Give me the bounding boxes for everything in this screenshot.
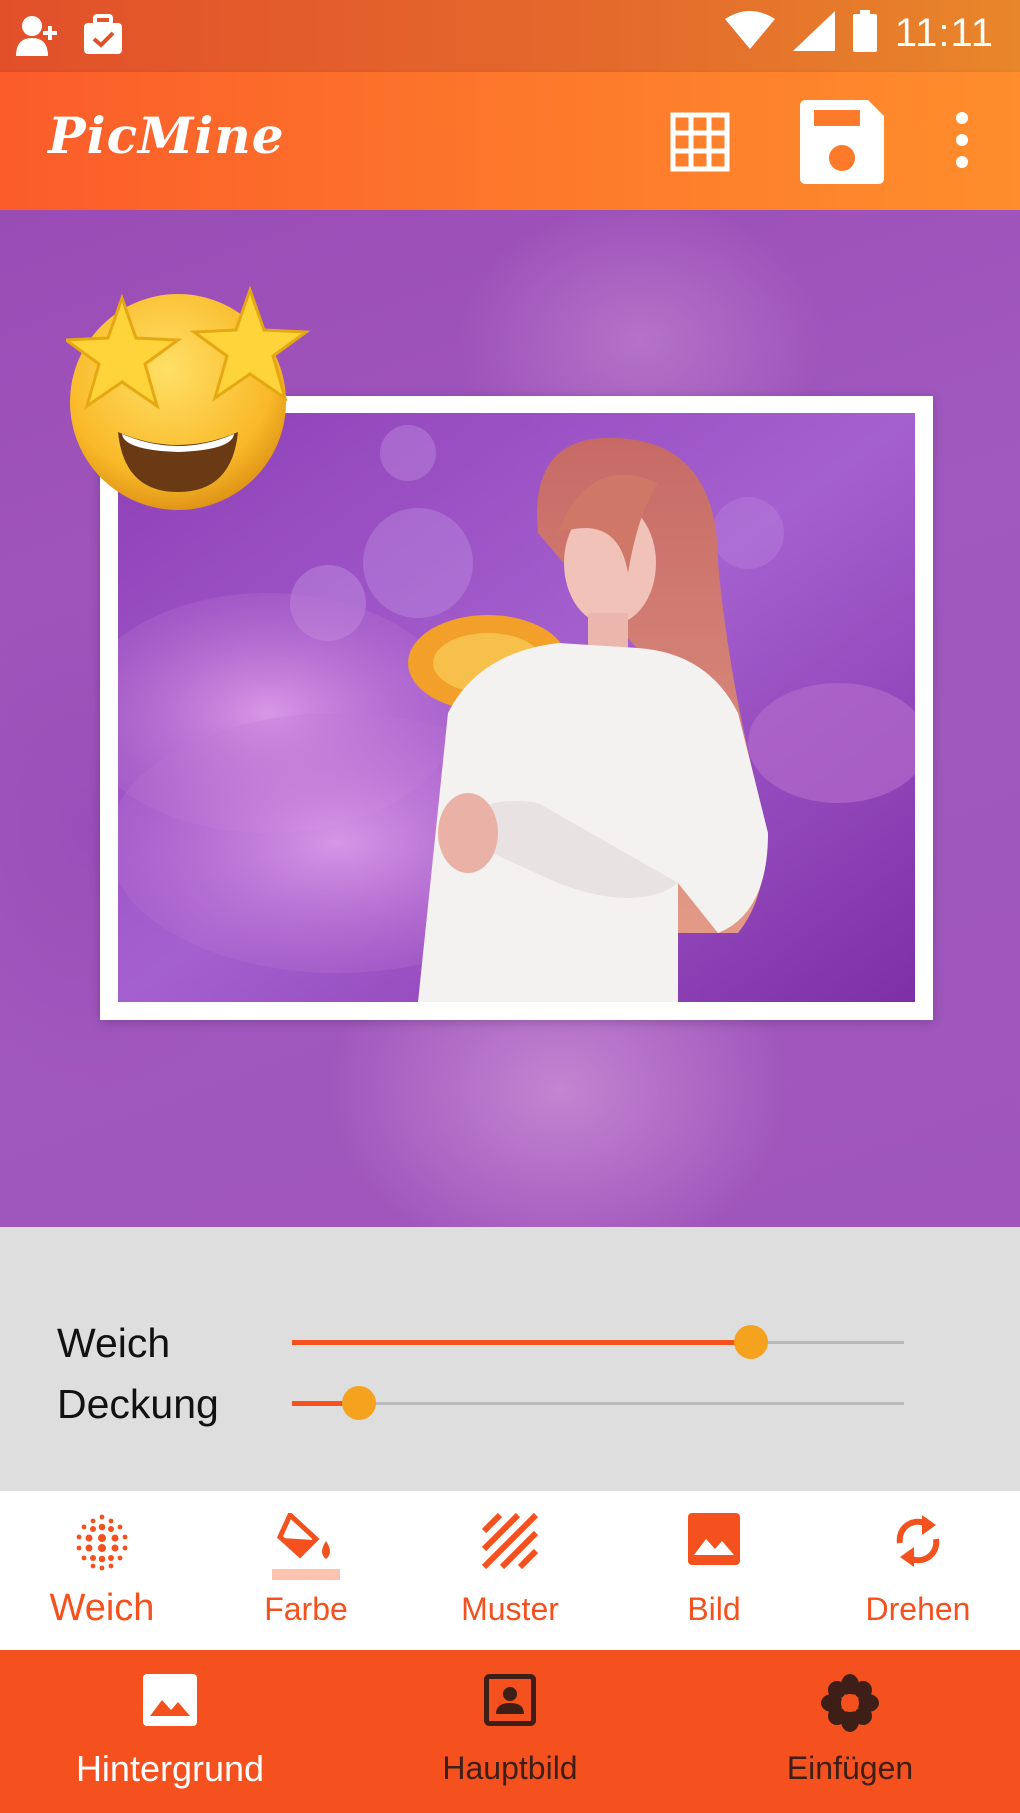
nav-label: Hintergrund [75,1748,265,1789]
more-options-button[interactable] [950,110,974,177]
save-icon [800,100,884,188]
tool-weich[interactable]: Weich [0,1491,204,1650]
portrait-icon [484,1674,536,1731]
slider-fill [292,1340,751,1345]
briefcase-check-icon [82,14,124,63]
stripes-pattern-icon [481,1512,539,1574]
signal-icon [792,11,835,56]
grid-button[interactable] [670,112,730,177]
tool-label: Drehen [865,1591,971,1627]
color-indicator [272,1569,340,1580]
clock: 11:11 [894,11,994,55]
more-vert-icon [950,112,974,176]
wifi-icon [724,11,775,56]
slider-thumb[interactable] [734,1325,768,1359]
nav-hintergrund[interactable]: Hintergrund [0,1650,340,1813]
add-contact-icon [14,14,60,63]
slider-row-weich: Weich [0,1312,1020,1372]
nav-einfuegen[interactable]: Einfügen [680,1650,1020,1813]
battery-icon [852,10,877,57]
nav-label: Einfügen [786,1750,914,1786]
image-icon [688,1513,740,1570]
tool-label: Weich [49,1587,155,1629]
tool-muster[interactable]: Muster [408,1491,612,1650]
tool-bild[interactable]: Bild [612,1491,816,1650]
editor-canvas[interactable] [0,210,1020,1227]
slider-deckung[interactable] [292,1386,904,1420]
tool-farbe[interactable]: Farbe [204,1491,408,1650]
halftone-dots-icon [73,1513,131,1576]
slider-row-deckung: Deckung [0,1373,1020,1433]
bottom-navigation: Hintergrund Hauptbild Einfügen [0,1650,1020,1813]
slider-label-weich: Weich [57,1320,171,1366]
grid-icon [670,112,730,176]
slider-label-deckung: Deckung [57,1381,219,1427]
nav-hauptbild[interactable]: Hauptbild [340,1650,680,1813]
flower-icon [821,1674,879,1737]
slider-thumb[interactable] [342,1386,377,1420]
rotate-icon [892,1513,944,1574]
nav-label: Hauptbild [442,1750,578,1786]
slider-weich[interactable] [292,1325,904,1359]
background-tools: Weich Farbe Muster Bild Drehen [0,1491,1020,1650]
status-bar: 11:11 [0,0,1020,72]
tool-label: Bild [687,1591,741,1627]
paint-bucket-icon [276,1510,336,1568]
adjustment-panel: Weich Deckung [0,1227,1020,1491]
tool-label: Muster [461,1591,559,1627]
star-struck-sticker[interactable] [61,282,311,515]
app-bar: PicMine [0,72,1020,210]
app-logo: PicMine [48,106,285,165]
save-button[interactable] [800,100,884,189]
image-icon [143,1674,197,1731]
tool-drehen[interactable]: Drehen [816,1491,1020,1650]
tool-label: Farbe [264,1591,348,1627]
